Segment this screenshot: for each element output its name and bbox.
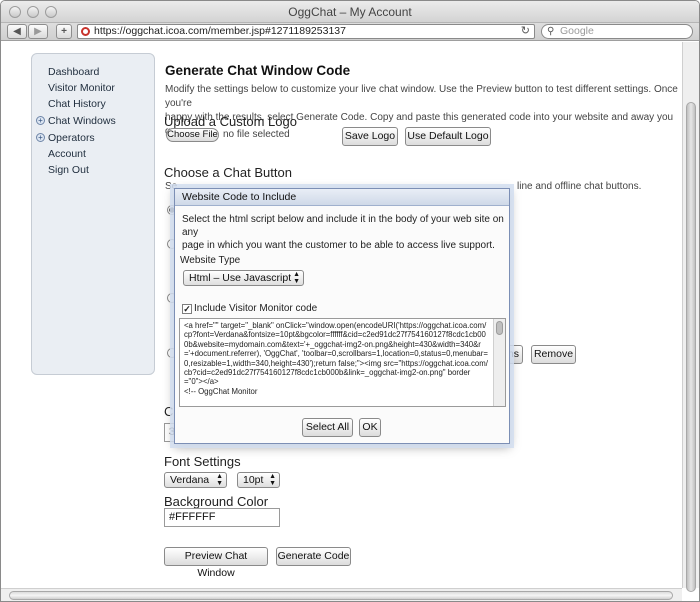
expand-plus-icon[interactable]: +: [36, 116, 45, 125]
plus-icon: +: [61, 26, 67, 37]
instruction-line: Select the html script below and include…: [182, 214, 504, 238]
forward-button[interactable]: ▶: [28, 24, 48, 39]
browser-window: OggChat – My Account ◀ ▶ + https://oggch…: [0, 0, 700, 602]
include-monitor-label: Include Visitor Monitor code: [194, 303, 318, 314]
page-title: Generate Chat Window Code: [165, 63, 351, 78]
site-favicon-icon: [81, 27, 90, 36]
add-bookmark-button[interactable]: +: [56, 24, 72, 39]
search-placeholder: Google: [560, 25, 594, 37]
url-text: https://oggchat.icoa.com/member.jsp#1271…: [94, 25, 346, 37]
back-button[interactable]: ◀: [7, 24, 27, 39]
remove-button[interactable]: Remove: [531, 345, 576, 364]
background-color-input[interactable]: #FFFFFF: [164, 508, 280, 527]
preview-chat-window-button[interactable]: Preview Chat Window: [164, 547, 268, 579]
close-window-button[interactable]: [9, 6, 21, 18]
address-bar[interactable]: https://oggchat.icoa.com/member.jsp#1271…: [77, 24, 535, 39]
background-color-heading: Background Color: [164, 494, 269, 509]
horizontal-scrollbar[interactable]: [1, 588, 682, 601]
website-code-dialog: Website Code to Include Select the html …: [174, 188, 510, 444]
window-title: OggChat – My Account: [288, 5, 412, 19]
select-arrows-icon: ▲ ▼: [216, 473, 223, 487]
sidebar-item-label: Chat History: [48, 98, 106, 110]
sidebar-item-label: Dashboard: [48, 66, 100, 78]
arrow-left-icon: ◀: [13, 26, 21, 37]
sidebar-item-visitor-monitor[interactable]: Visitor Monitor: [48, 82, 115, 94]
dialog-title: Website Code to Include: [175, 189, 509, 206]
dialog-instructions: Select the html script below and include…: [182, 213, 507, 252]
vertical-scrollbar-thumb[interactable]: [686, 102, 696, 592]
page-content: Dashboard Visitor Monitor Chat History +…: [1, 42, 681, 588]
description-line: Modify the settings below to customize y…: [165, 84, 678, 109]
ok-button[interactable]: OK: [359, 418, 381, 437]
save-logo-button[interactable]: Save Logo: [342, 127, 398, 146]
generate-code-button[interactable]: Generate Code: [276, 547, 351, 566]
code-text: <a href="" target="_blank" onClick="wind…: [184, 321, 488, 396]
sidebar-item-chat-windows[interactable]: + Chat Windows: [36, 115, 116, 127]
code-scrollbar-thumb[interactable]: [496, 321, 503, 335]
sidebar-item-dashboard[interactable]: Dashboard: [48, 66, 99, 78]
sidebar-item-label: Visitor Monitor: [48, 82, 115, 94]
minimize-window-button[interactable]: [27, 6, 39, 18]
sidebar-item-label: Sign Out: [48, 164, 89, 176]
expand-plus-icon[interactable]: +: [36, 133, 45, 142]
browser-toolbar: ◀ ▶ + https://oggchat.icoa.com/member.js…: [1, 23, 699, 41]
sidebar-item-label: Operators: [48, 132, 95, 144]
instruction-line: page in which you want the customer to b…: [182, 240, 495, 251]
search-icon: ⚲: [547, 26, 555, 37]
sidebar-item-operators[interactable]: + Operators: [36, 132, 95, 144]
sidebar-item-account[interactable]: Account: [48, 148, 86, 160]
title-bar: OggChat – My Account: [1, 1, 699, 23]
sidebar-item-label: Chat Windows: [48, 115, 116, 127]
reload-icon[interactable]: ↻: [521, 25, 530, 38]
code-textarea[interactable]: <a href="" target="_blank" onClick="wind…: [179, 318, 506, 407]
zoom-window-button[interactable]: [45, 6, 57, 18]
chat-button-heading: Choose a Chat Button: [164, 165, 292, 180]
sidebar-item-sign-out[interactable]: Sign Out: [48, 164, 89, 176]
vertical-scrollbar[interactable]: [682, 42, 699, 592]
arrow-right-icon: ▶: [34, 26, 42, 37]
include-monitor-checkbox[interactable]: ✓: [182, 304, 192, 314]
website-type-value: Html – Use Javascript: [189, 272, 292, 284]
font-family-value: Verdana: [170, 474, 210, 486]
select-arrows-icon: ▲ ▼: [269, 473, 276, 487]
font-size-value: 10pt: [243, 474, 264, 486]
font-family-select[interactable]: Verdana ▲ ▼: [164, 472, 227, 488]
website-type-label: Website Type: [180, 255, 241, 266]
horizontal-scrollbar-thumb[interactable]: [9, 591, 673, 600]
use-default-logo-button[interactable]: Use Default Logo: [405, 127, 491, 146]
sidebar: Dashboard Visitor Monitor Chat History +…: [31, 53, 155, 375]
sidebar-item-chat-history[interactable]: Chat History: [48, 98, 106, 110]
search-field[interactable]: ⚲ Google: [541, 24, 693, 39]
chat-button-description-end: line and offline chat buttons.: [517, 181, 642, 192]
sidebar-item-label: Account: [48, 148, 86, 160]
no-file-selected-text: no file selected: [223, 129, 290, 140]
code-scrollbar[interactable]: [493, 319, 505, 406]
font-size-select[interactable]: 10pt ▲ ▼: [237, 472, 280, 488]
upload-logo-heading: Upload a Custom Logo: [164, 114, 297, 129]
select-all-button[interactable]: Select All: [302, 418, 353, 437]
select-arrows-icon: ▲ ▼: [293, 271, 300, 285]
choose-file-button[interactable]: Choose File: [166, 128, 219, 142]
font-settings-heading: Font Settings: [164, 454, 241, 469]
website-type-select[interactable]: Html – Use Javascript ▲ ▼: [183, 270, 304, 286]
